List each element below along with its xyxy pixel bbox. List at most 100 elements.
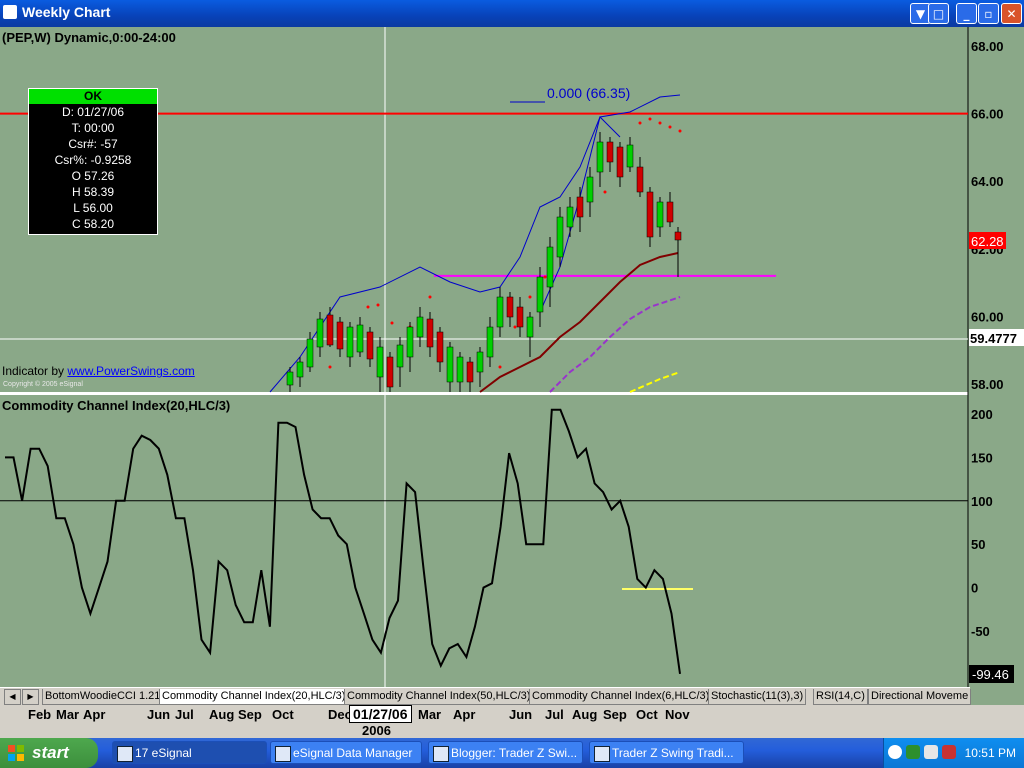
cursor-bar-number: Csr#: -57 — [68, 137, 118, 151]
candle-body — [456, 356, 464, 383]
date-label: Jun — [509, 707, 533, 722]
date-label: Aug — [209, 707, 235, 722]
powerswings-link[interactable]: www.PowerSwings.com — [67, 364, 194, 378]
date-label: Aug — [572, 707, 598, 722]
mid-ma-line — [549, 296, 681, 393]
candle-body — [336, 321, 344, 350]
task-blogger[interactable]: Blogger: Trader Z Swi... — [428, 741, 583, 764]
cci-panel[interactable]: 200 150 100 50 0 -50 -99.46 — [0, 407, 1014, 683]
taskbar[interactable]: start 17 eSignal eSignal Data Manager Bl… — [0, 738, 1024, 768]
date-axis: Feb Mar Apr Jun Jul Aug Sep Oct Dec Mar … — [0, 705, 1024, 738]
candle-body — [616, 146, 624, 178]
tab-directional-movement[interactable]: Directional Moveme — [868, 689, 972, 705]
candle-body — [576, 196, 584, 218]
candle-body — [326, 314, 334, 346]
candle-body — [646, 191, 654, 238]
maximize-button[interactable]: ▫ — [978, 3, 999, 24]
esignal-icon — [117, 746, 133, 762]
tab-next-button[interactable]: ▶ — [22, 689, 39, 705]
price-tick-label: 60.00 — [971, 309, 1004, 324]
last-price-badge: 62.28 — [971, 234, 1004, 249]
date-label: Feb — [28, 707, 52, 722]
year-label: 2006 — [362, 723, 391, 738]
date-label: Sep — [603, 707, 627, 722]
window-titlebar[interactable]: Weekly Chart ▼ □ _ ▫ ✕ — [0, 0, 1024, 27]
long-ma-line — [629, 371, 681, 393]
date-label: Oct — [636, 707, 658, 722]
task-blogger-label: Blogger: Trader Z Swi... — [451, 746, 578, 760]
symbol-label: (PEP,W) Dynamic,0:00-24:00 — [2, 30, 176, 45]
candle-body — [376, 346, 384, 378]
candle-body — [516, 306, 524, 328]
candle-body — [306, 338, 314, 368]
cci-axis: 200 150 100 50 0 -50 — [971, 407, 993, 639]
system-tray: 10:51 PM — [883, 738, 1024, 768]
price-tick-label: 58.00 — [971, 377, 1004, 392]
candle-body — [566, 206, 574, 228]
candle-body — [436, 331, 444, 363]
esignal-app-icon — [3, 5, 17, 19]
browser-icon — [594, 746, 610, 762]
cci-title: Commodity Channel Index(20,HLC/3) — [2, 398, 231, 413]
volume-icon[interactable] — [924, 745, 938, 759]
tab-stochastic[interactable]: Stochastic(11(3),3) — [708, 689, 807, 705]
candle-body — [666, 201, 674, 223]
low-value: L 56.00 — [73, 201, 113, 215]
sar-dot — [658, 121, 662, 125]
candle-body — [316, 318, 324, 348]
candle-body — [426, 318, 434, 348]
candle-body — [486, 326, 494, 358]
tab-bottom-woodie-cci[interactable]: BottomWoodieCCI 1.21 — [42, 689, 164, 705]
sar-dot — [528, 295, 532, 299]
back-arrow-icon[interactable] — [888, 745, 902, 759]
tab-cci-6[interactable]: Commodity Channel Index(6,HLC/3) — [529, 689, 713, 705]
candle-body — [506, 296, 514, 318]
candle-body — [626, 144, 634, 168]
sar-dot — [678, 129, 682, 133]
upper-band-line — [269, 94, 681, 393]
sar-dot — [513, 325, 517, 329]
sar-dot — [543, 275, 547, 279]
cci-line — [5, 408, 681, 675]
browser-icon — [433, 746, 449, 762]
cursor-price-badge: 59.4777 — [970, 331, 1017, 346]
cci-tick-label: 50 — [971, 537, 985, 552]
task-trader-z[interactable]: Trader Z Swing Tradi... — [589, 741, 744, 764]
tab-prev-button[interactable]: ◀ — [4, 689, 21, 705]
start-button[interactable]: start — [0, 738, 98, 768]
indicator-tabs[interactable]: ◀ ▶ BottomWoodieCCI 1.21 Commodity Chann… — [0, 687, 972, 706]
restore-window-button[interactable]: □ — [928, 3, 949, 24]
date-label: Sep — [238, 707, 262, 722]
indicator-credit: Indicator by www.PowerSwings.com — [2, 364, 195, 378]
candle-body — [296, 361, 304, 378]
cci-tick-label: 200 — [971, 407, 993, 422]
candle-body — [636, 166, 644, 193]
candle-body — [674, 231, 682, 241]
sar-dot — [638, 121, 642, 125]
date-label: Jul — [175, 707, 194, 722]
cci-last-badge: -99.46 — [972, 667, 1009, 682]
chart-area[interactable]: 0.000 (66.35) 68.00 66.00 64.00 62.00 60.00 5… — [0, 27, 1024, 687]
security-icon[interactable] — [942, 745, 956, 759]
date-label: Apr — [453, 707, 476, 722]
panel-divider[interactable] — [0, 392, 968, 395]
network-icon[interactable] — [906, 745, 920, 759]
candle-body — [416, 316, 424, 338]
cursor-date: D: 01/27/06 — [61, 105, 125, 119]
task-data-manager-label: eSignal Data Manager — [293, 746, 413, 760]
tab-cci-20[interactable]: Commodity Channel Index(20,HLC/3) — [159, 689, 349, 705]
indicator-credit-text: Indicator by — [2, 364, 65, 378]
tab-rsi[interactable]: RSI(14,C) — [813, 689, 868, 705]
candle-body — [286, 371, 294, 386]
tab-cci-50[interactable]: Commodity Channel Index(50,HLC/3) — [344, 689, 534, 705]
cursor-time: T: 00:00 — [71, 121, 115, 135]
price-overlays — [269, 94, 682, 393]
sar-dot — [428, 295, 432, 299]
cci-tick-label: -50 — [971, 624, 990, 639]
task-esignal[interactable]: 17 eSignal — [112, 741, 267, 764]
close-button[interactable]: ✕ — [1001, 3, 1022, 24]
minimize-button[interactable]: _ — [956, 3, 977, 24]
windows-logo-icon — [8, 745, 24, 761]
status-ok: OK — [29, 89, 157, 104]
task-data-manager[interactable]: eSignal Data Manager — [270, 741, 422, 764]
